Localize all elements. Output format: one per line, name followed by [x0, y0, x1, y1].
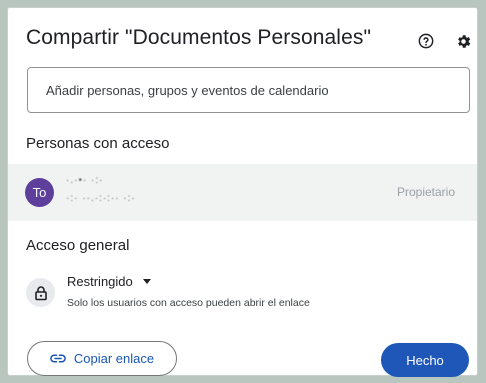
share-dialog: Compartir "Documentos Personales" Person…: [7, 7, 478, 377]
help-button[interactable]: [413, 28, 439, 54]
person-role: Propietario: [396, 185, 455, 199]
add-people-input[interactable]: [44, 81, 469, 99]
person-row[interactable]: To ·.·•· ·:· ·:· ··.·:·:·· ·:· Propietar…: [8, 164, 477, 221]
lock-icon: [34, 285, 47, 300]
general-access-description: Solo los usuarios con acceso pueden abri…: [67, 297, 310, 309]
avatar: To: [25, 178, 54, 207]
settings-button[interactable]: [450, 28, 476, 54]
gear-icon: [457, 34, 470, 48]
general-access-value: Restringido: [67, 274, 133, 289]
link-icon: [50, 354, 66, 363]
people-with-access-heading: Personas con acceso: [26, 135, 170, 152]
help-circle-icon: [418, 33, 434, 49]
copy-link-label: Copiar enlace: [73, 351, 155, 366]
lock-icon-container: [26, 278, 55, 307]
copy-link-button[interactable]: Copiar enlace: [27, 341, 177, 376]
dialog-title: Compartir "Documentos Personales": [26, 26, 372, 49]
done-button[interactable]: Hecho: [381, 343, 469, 377]
general-access-heading: Acceso general: [26, 237, 130, 254]
dropdown-arrow-icon: [142, 279, 151, 284]
add-people-field[interactable]: [27, 67, 470, 113]
person-name: ·.·•· ·:·: [66, 175, 104, 186]
general-access-select[interactable]: Restringido: [67, 274, 151, 289]
person-email: ·:· ··.·:·:·· ·:·: [66, 193, 136, 204]
